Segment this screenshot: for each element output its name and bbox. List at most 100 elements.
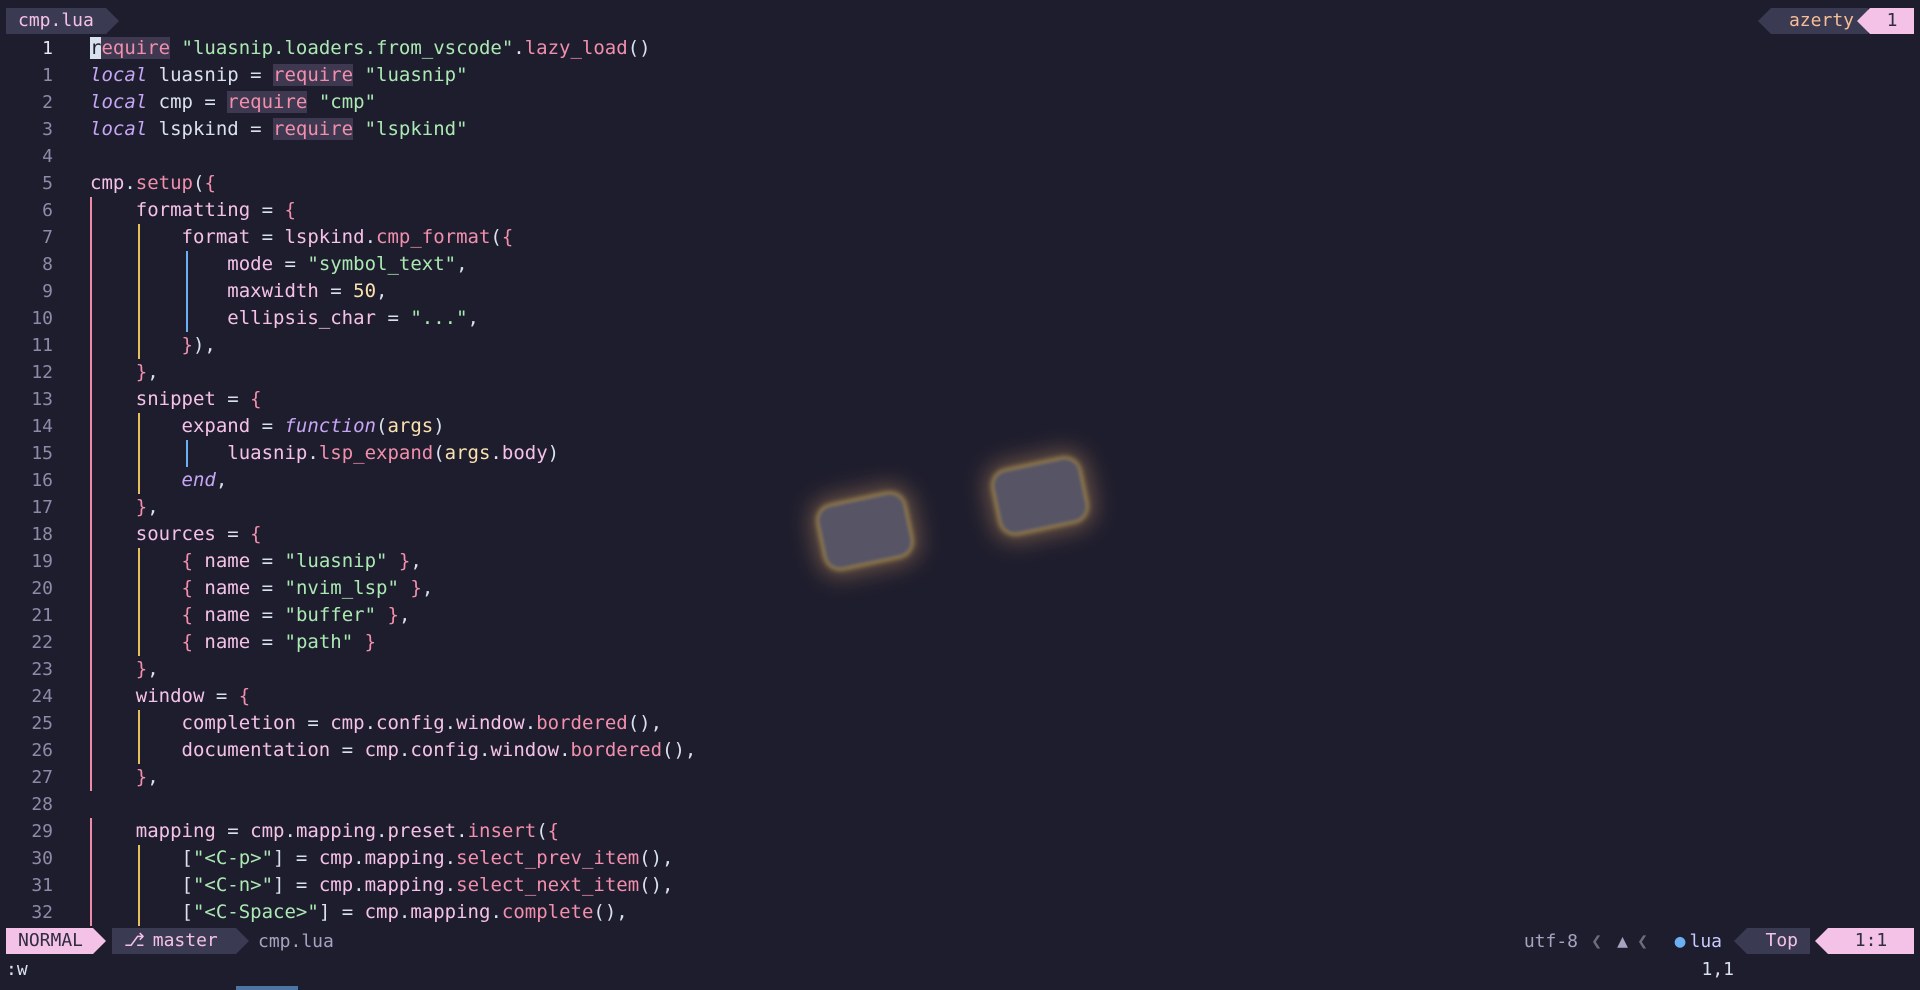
code-token: completion	[181, 712, 296, 734]
mode-indicator: NORMAL	[6, 928, 107, 954]
code-line[interactable]: 25 completion = cmp.config.window.border…	[0, 710, 1920, 737]
code-text: ellipsis_char = "...",	[90, 305, 479, 332]
code-line[interactable]: 22 { name = "path" }	[0, 629, 1920, 656]
code-token: =	[376, 307, 411, 329]
code-token: "<C-Space>"	[192, 901, 319, 923]
code-token: .	[444, 712, 457, 734]
line-number: 29	[31, 821, 53, 842]
code-text: ["<C-p>"] = cmp.mapping.select_prev_item…	[90, 845, 674, 872]
code-text: expand = function(args)	[90, 413, 445, 440]
line-number: 9	[42, 281, 53, 302]
code-token: "cmp"	[318, 91, 377, 113]
line-number: 7	[42, 227, 53, 248]
code-line[interactable]: 3 local lspkind = require "lspkind"	[0, 116, 1920, 143]
editor-buffer[interactable]: 1 require "luasnip.loaders.from_vscode".l…	[0, 35, 1920, 926]
code-line[interactable]: 21 { name = "buffer" },	[0, 602, 1920, 629]
code-token: [	[181, 847, 193, 869]
code-line[interactable]: 27 },	[0, 764, 1920, 791]
code-text: maxwidth = 50,	[90, 278, 387, 305]
code-token: config	[410, 739, 479, 761]
code-token: =	[250, 415, 285, 437]
file-encoding: utf-8	[1523, 931, 1578, 952]
code-line[interactable]: 23 },	[0, 656, 1920, 683]
code-text: },	[90, 359, 159, 386]
code-token: {	[284, 199, 296, 221]
code-line[interactable]: 6 formatting = {	[0, 197, 1920, 224]
text-cursor: r	[90, 37, 102, 59]
code-token: mapping	[135, 820, 216, 842]
line-number: 10	[31, 308, 53, 329]
code-line[interactable]: 32 ["<C-Space>"] = cmp.mapping.complete(…	[0, 899, 1920, 926]
line-number: 25	[31, 713, 53, 734]
code-token: .	[284, 820, 296, 842]
code-token: .	[456, 820, 468, 842]
code-token: =	[273, 253, 308, 275]
code-line[interactable]: 19 { name = "luasnip" },	[0, 548, 1920, 575]
code-line[interactable]: 5 cmp.setup({	[0, 170, 1920, 197]
code-line[interactable]: 24 window = {	[0, 683, 1920, 710]
code-token: "lspkind"	[364, 118, 468, 140]
code-line[interactable]: 20 { name = "nvim_lsp" },	[0, 575, 1920, 602]
code-text: }),	[90, 332, 216, 359]
code-line[interactable]: 2 local cmp = require "cmp"	[0, 89, 1920, 116]
filetype: ● lua	[1675, 928, 1722, 956]
git-branch-icon: ⎇	[124, 930, 145, 951]
code-line[interactable]: 1 require "luasnip.loaders.from_vscode".l…	[0, 35, 1920, 62]
code-line[interactable]: 13 snippet = {	[0, 386, 1920, 413]
code-token: (	[192, 172, 205, 194]
line-number: 27	[31, 767, 53, 788]
code-line[interactable]: 28	[0, 791, 1920, 818]
code-line[interactable]: 8 mode = "symbol_text",	[0, 251, 1920, 278]
code-token: function	[284, 415, 376, 437]
code-line[interactable]: 14 expand = function(args)	[0, 413, 1920, 440]
code-line[interactable]: 26 documentation = cmp.config.window.bor…	[0, 737, 1920, 764]
code-line[interactable]: 7 format = lspkind.cmp_format({	[0, 224, 1920, 251]
code-token: =	[250, 577, 285, 599]
lua-icon: ●	[1674, 931, 1686, 952]
code-line[interactable]: 15 luasnip.lsp_expand(args.body)	[0, 440, 1920, 467]
code-line[interactable]: 18 sources = {	[0, 521, 1920, 548]
code-token: ,	[147, 496, 159, 518]
code-text: { name = "buffer" },	[90, 602, 411, 629]
penguin-icon: ▲	[1617, 931, 1628, 952]
code-token: {	[204, 172, 216, 194]
code-token: (),	[639, 847, 674, 869]
line-number: 11	[31, 335, 53, 356]
code-line[interactable]: 16 end,	[0, 467, 1920, 494]
code-token: equire	[101, 37, 171, 59]
code-line[interactable]: 4	[0, 143, 1920, 170]
code-line[interactable]: 11 }),	[0, 332, 1920, 359]
code-token: cmp =	[147, 91, 228, 113]
code-token: cmp	[250, 820, 285, 842]
line-number: 16	[31, 470, 53, 491]
code-line[interactable]: 17 },	[0, 494, 1920, 521]
code-line[interactable]: 31 ["<C-n>"] = cmp.mapping.select_next_i…	[0, 872, 1920, 899]
code-token: ,	[398, 604, 411, 626]
code-token: sources	[135, 523, 216, 545]
buffer-tab[interactable]: cmp.lua	[6, 8, 119, 34]
code-line[interactable]: 12 },	[0, 359, 1920, 386]
code-text: ["<C-Space>"] = cmp.mapping.complete(),	[90, 899, 628, 926]
code-token: {	[181, 577, 193, 599]
code-text: { name = "luasnip" },	[90, 548, 422, 575]
cmdline-ruler: 1,1	[1701, 959, 1734, 980]
code-line[interactable]: 10 ellipsis_char = "...",	[0, 305, 1920, 332]
code-token: formatting	[135, 199, 251, 221]
code-line[interactable]: 30 ["<C-p>"] = cmp.mapping.select_prev_i…	[0, 845, 1920, 872]
code-line[interactable]: 1 local luasnip = require "luasnip"	[0, 62, 1920, 89]
branch-name: master	[152, 930, 218, 951]
command-line[interactable]: :w	[6, 956, 28, 984]
line-number: 17	[31, 497, 53, 518]
code-token: ,	[147, 361, 159, 383]
code-line[interactable]: 29 mapping = cmp.mapping.preset.insert({	[0, 818, 1920, 845]
code-line[interactable]: 9 maxwidth = 50,	[0, 278, 1920, 305]
code-token: require	[227, 91, 308, 113]
